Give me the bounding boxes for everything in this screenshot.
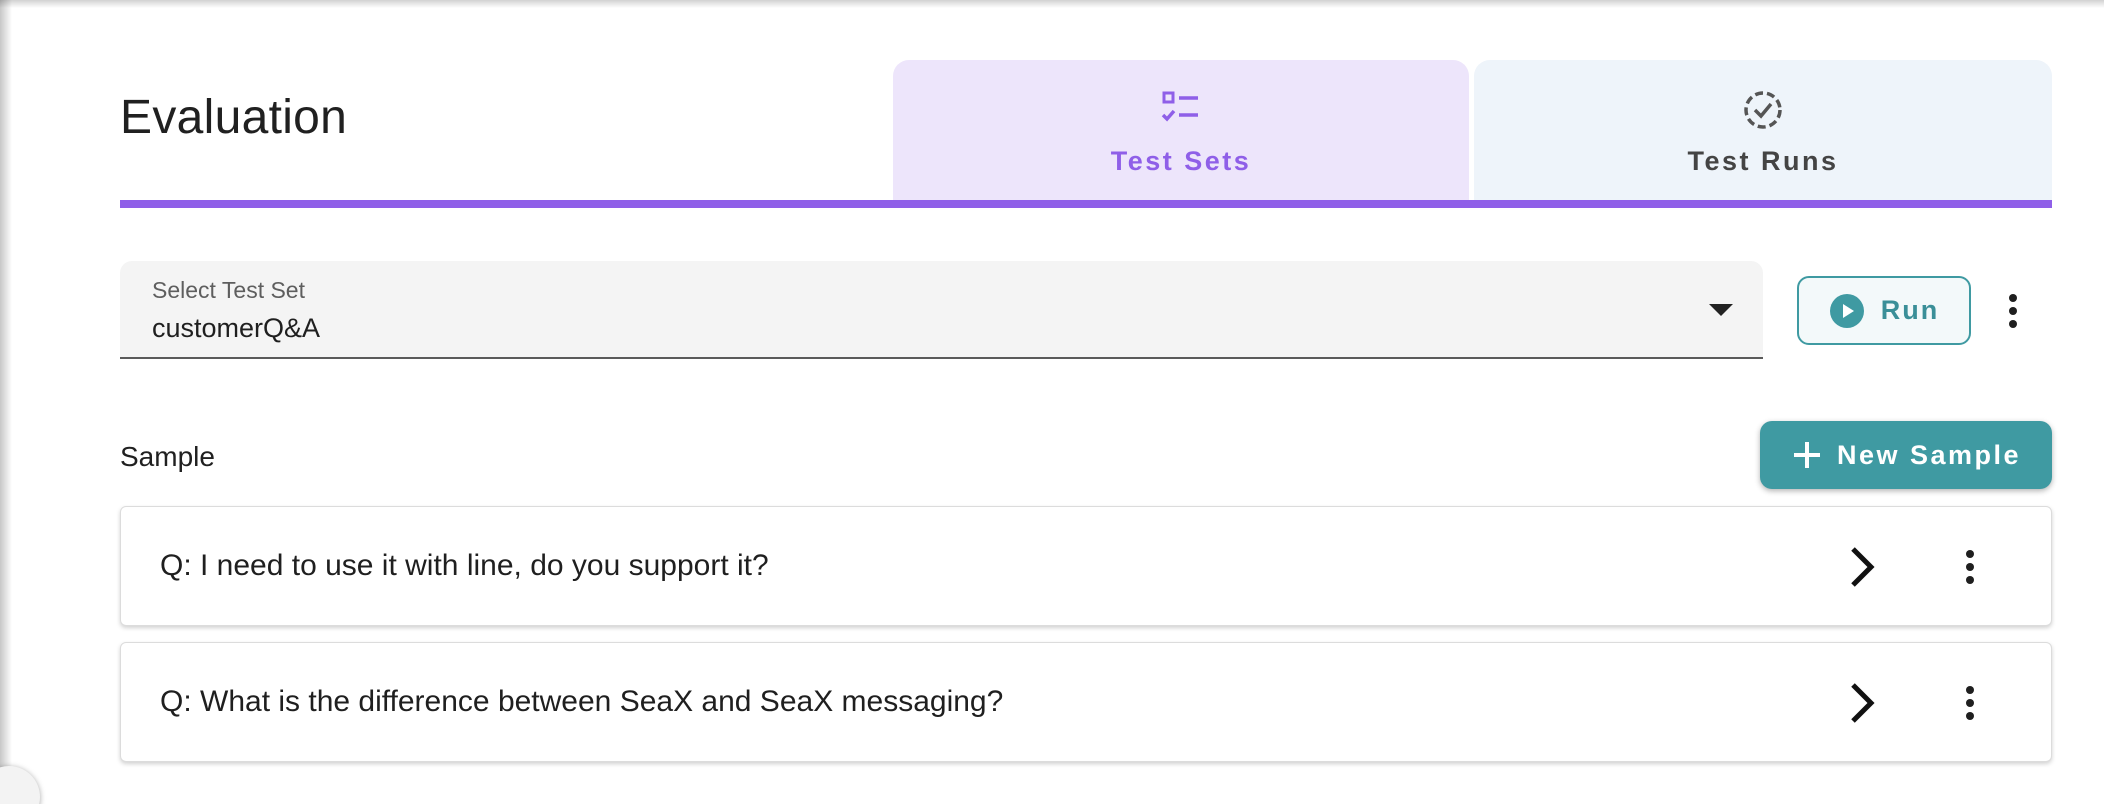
tab-test-sets[interactable]: Test Sets: [893, 60, 1469, 200]
tab-test-runs-label: Test Runs: [1687, 146, 1839, 176]
more-options-icon[interactable]: [1950, 537, 1990, 597]
run-button[interactable]: Run: [1797, 276, 1971, 345]
more-options-icon[interactable]: [1950, 673, 1990, 733]
tab-indicator: [120, 200, 2052, 208]
checklist-icon: [1161, 91, 1198, 122]
select-label: Select Test Set: [152, 277, 305, 303]
test-set-select[interactable]: Select Test Set customerQ&A: [120, 261, 1763, 359]
more-options-icon[interactable]: [1993, 281, 2033, 341]
new-sample-label: New Sample: [1836, 439, 2022, 470]
sample-section-label: Sample: [120, 441, 215, 472]
plus-icon: [1793, 442, 1820, 468]
run-label: Run: [1880, 295, 1940, 325]
chevron-right-icon[interactable]: [1843, 680, 1881, 726]
tab-test-runs[interactable]: Test Runs: [1474, 60, 2052, 200]
left-edge-shadow: [0, 0, 12, 804]
page-title: Evaluation: [120, 91, 348, 144]
sample-question: Q: I need to use it with line, do you su…: [160, 549, 769, 582]
new-sample-button[interactable]: New Sample: [1760, 421, 2052, 489]
chevron-right-icon[interactable]: [1843, 544, 1881, 590]
select-value: customerQ&A: [152, 313, 321, 343]
floating-action-button[interactable]: [0, 766, 40, 804]
sample-card[interactable]: Q: I need to use it with line, do you su…: [120, 506, 2052, 626]
sample-card[interactable]: Q: What is the difference between SeaX a…: [120, 642, 2052, 762]
dashed-circle-check-icon: [1744, 91, 1782, 129]
sample-question: Q: What is the difference between SeaX a…: [160, 685, 1004, 718]
evaluation-page: Evaluation Test Sets Test Runs Select Te…: [0, 0, 2104, 804]
top-edge-shadow: [0, 0, 2104, 8]
dropdown-arrow-icon: [1709, 304, 1733, 316]
play-circle-icon: [1829, 293, 1864, 328]
tab-test-sets-label: Test Sets: [1110, 146, 1252, 176]
